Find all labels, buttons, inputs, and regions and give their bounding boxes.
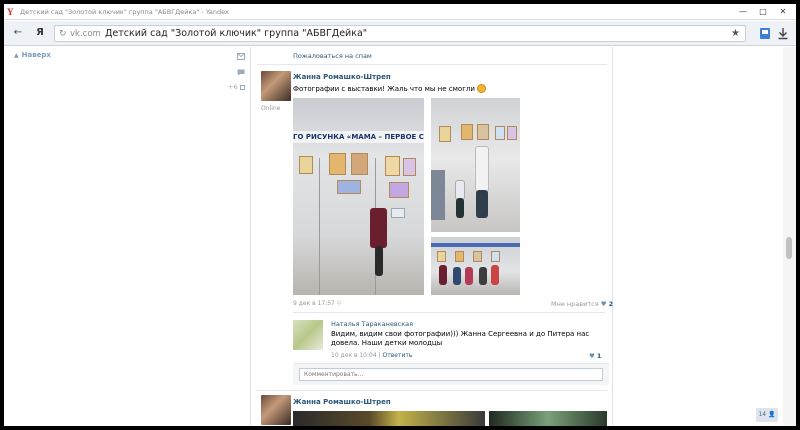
- right-column: [614, 47, 796, 426]
- notification-count[interactable]: +6: [228, 83, 245, 91]
- exhibition-banner: ГО РИСУНКА «МАМА – ПЕРВОЕ СЛОВ: [293, 131, 424, 143]
- commenter-name-link[interactable]: Наталья Тараканевская: [331, 320, 413, 328]
- download-icon[interactable]: [777, 27, 789, 40]
- like-button[interactable]: Мне нравится ♥ 2: [551, 300, 613, 308]
- comment-like-button[interactable]: ♥ 1: [589, 352, 601, 360]
- banner-strip: [431, 243, 520, 247]
- scrollbar[interactable]: [783, 47, 796, 426]
- comment-input-area: Комментировать...: [293, 363, 609, 385]
- drawing: [329, 153, 346, 175]
- reload-icon[interactable]: ↻: [59, 28, 67, 40]
- adult-figure: [475, 146, 489, 192]
- heart-icon: ♥: [589, 352, 595, 360]
- report-spam-link[interactable]: Пожаловаться на спам: [293, 52, 372, 60]
- paper-sheet: [391, 208, 405, 218]
- back-button[interactable]: ←: [12, 27, 24, 39]
- address-bar: ← Я ↻ vk.com Детский сад "Золотой ключик…: [4, 21, 796, 46]
- chat-icon[interactable]: [237, 69, 245, 76]
- url-page-title: Детский сад "Золотой ключик" группа "АБВ…: [105, 28, 368, 39]
- friends-online-badge[interactable]: 14 👤: [756, 408, 778, 422]
- comment-text: Видим, видим свои фотографии))) Жанна Се…: [331, 330, 590, 347]
- child-figure: [479, 267, 487, 285]
- yandex-button[interactable]: Я: [34, 27, 46, 39]
- child-figure: [491, 265, 499, 285]
- window-title: Детский сад "Золотой ключик" группа "АБВ…: [20, 8, 229, 16]
- maximize-button[interactable]: □: [758, 7, 768, 17]
- person-icon: 👤: [768, 411, 776, 418]
- comment: Наталья Тараканевская Видим, видим свои …: [289, 312, 609, 360]
- post-photo-1[interactable]: [293, 411, 485, 426]
- square-icon: [239, 85, 245, 90]
- author-avatar[interactable]: [261, 71, 291, 101]
- divider: [257, 64, 607, 65]
- child-figure: [453, 267, 461, 285]
- mail-icon[interactable]: [237, 53, 245, 60]
- drawing: [461, 124, 473, 140]
- comment-meta: 10 дек в 10:04 | Ответить: [331, 352, 413, 359]
- drawing: [473, 251, 482, 262]
- divider: [293, 312, 605, 313]
- scrollbar-thumb[interactable]: [786, 237, 792, 259]
- drawing: [491, 251, 500, 262]
- divider: [257, 390, 607, 391]
- child-figure: [439, 265, 447, 285]
- left-column: ▲ Наверх +6: [4, 47, 250, 426]
- post-text: Фотографии с выставки! Жаль что мы не см…: [293, 84, 486, 93]
- yandex-logo-icon: Y: [7, 7, 14, 17]
- drawing: [439, 126, 451, 142]
- arrow-up-icon: ▲: [14, 52, 19, 59]
- drawing: [299, 156, 313, 174]
- drawing: [337, 180, 361, 194]
- post-date[interactable]: 9 дек в 17:57 ⚲: [293, 300, 341, 307]
- scroll-up-button[interactable]: ▲ Наверх: [14, 51, 51, 59]
- extension-icon[interactable]: [759, 27, 771, 40]
- drawing: [385, 156, 400, 176]
- child-figure: [455, 180, 465, 200]
- drawing: [437, 251, 446, 262]
- online-status: Online: [261, 105, 281, 112]
- url-field[interactable]: ↻ vk.com Детский сад "Золотой ключик" гр…: [54, 25, 746, 42]
- post-author-link[interactable]: Жанна Ромашко-Штреп: [293, 398, 391, 406]
- drawing: [403, 158, 416, 176]
- reply-link[interactable]: Ответить: [383, 352, 413, 359]
- wall-column: Пожаловаться на спам Online Жанна Ромашк…: [250, 47, 613, 426]
- post-photo-2[interactable]: [489, 411, 607, 426]
- drawing: [495, 126, 505, 140]
- panel-edge: [319, 158, 320, 295]
- drawing: [351, 153, 368, 175]
- comment-date[interactable]: 10 дек в 10:04: [331, 352, 377, 359]
- drawing: [389, 182, 409, 198]
- pin-icon: ⚲: [336, 300, 342, 307]
- post-author-link[interactable]: Жанна Ромашко-Штреп: [293, 73, 391, 81]
- comment-input[interactable]: Комментировать...: [299, 368, 603, 381]
- heart-icon: ♥: [600, 300, 607, 308]
- author-avatar[interactable]: [261, 395, 291, 425]
- post-photo-1[interactable]: ГО РИСУНКА «МАМА – ПЕРВОЕ СЛОВ: [293, 98, 424, 295]
- display-stand: [431, 170, 445, 220]
- drawing: [455, 251, 464, 262]
- close-button[interactable]: ✕: [778, 7, 788, 17]
- bookmark-star-icon[interactable]: ★: [731, 28, 740, 40]
- browser-window: Y Детский сад "Золотой ключик" группа "А…: [4, 4, 796, 426]
- url-domain: vk.com: [70, 29, 101, 39]
- child-figure: [370, 208, 387, 248]
- drawing: [477, 124, 489, 140]
- page-content: ▲ Наверх +6 Пожаловаться на спам Online Ж…: [4, 47, 796, 426]
- post-photo-2[interactable]: [431, 98, 520, 232]
- child-figure: [465, 267, 473, 285]
- smile-emoji-icon: [476, 84, 486, 93]
- adult-legs: [476, 190, 488, 218]
- child-legs: [375, 246, 383, 276]
- commenter-avatar[interactable]: [293, 320, 323, 350]
- minimize-button[interactable]: —: [738, 7, 748, 17]
- title-bar: Y Детский сад "Золотой ключик" группа "А…: [4, 4, 796, 20]
- drawing: [507, 126, 517, 140]
- child-legs: [456, 198, 464, 218]
- post-photo-3[interactable]: [431, 237, 520, 295]
